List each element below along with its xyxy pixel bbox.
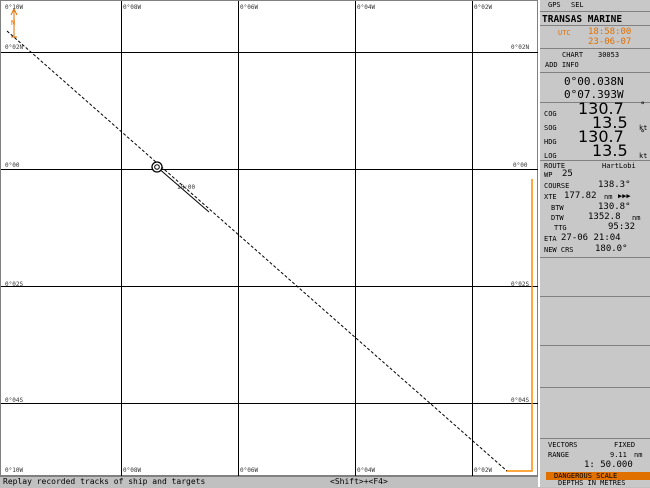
navigation-panel: GPS SEL TRANSAS MARINE UTC 18:58:00 23-0… [538,0,650,487]
grid-label-top: 0°02W [474,4,493,11]
hdg-label: HDG [544,138,557,146]
grid-label-left: 0°00 [5,162,20,169]
chart-grid [1,1,539,477]
tab-sel[interactable]: SEL [571,1,584,9]
status-bar: Replay recorded tracks of ship and targe… [0,476,540,488]
log-value: 13.5 [592,141,628,160]
utc-date: 23-06-07 [588,37,632,47]
vectors-mode[interactable]: FIXED [614,441,635,449]
grid-label-right: 0°02N [511,44,530,51]
route-name[interactable]: HartLobi [602,162,636,170]
xte-label: XTE [544,193,557,201]
cog-unit: ° [640,101,646,111]
grid-label-top: 0°10W [5,4,24,11]
depth-units-label: DEPTHS IN METRES [558,479,626,487]
hdg-unit: ° [640,129,646,139]
dtw-label: DTW [551,214,564,222]
own-ship-icon[interactable] [151,161,163,173]
grid-label-right: 0°04S [511,397,530,404]
wp-value: 25 [562,169,573,179]
grid-label-bottom: 0°02W [474,467,493,474]
track-time-label: 18:00 [177,184,196,191]
dtw-unit: nm [632,214,641,222]
grid-label-bottom: 0°06W [240,467,259,474]
range-value[interactable]: 9.11 [610,451,627,459]
grid-label-right: 0°02S [511,281,530,288]
range-label: RANGE [548,451,570,459]
log-unit: kt [639,152,648,160]
btw-value: 130.8° [598,202,631,212]
sog-label: SOG [544,124,557,132]
grid-label-left: 0°02S [5,281,24,288]
cog-label: COG [544,110,557,118]
status-message: Replay recorded tracks of ship and targe… [3,477,206,486]
eta-value: 27-06 21:04 [561,233,621,243]
btw-label: BTW [551,204,564,212]
grid-label-top: 0°04W [357,4,376,11]
tab-gps[interactable]: GPS [548,1,561,9]
xte-value: 177.82 [564,191,597,201]
latitude: 0°00.038N [564,75,624,88]
xte-unit: nm [604,193,613,201]
add-info-button[interactable]: ADD INFO [545,61,579,69]
ship-track [6,30,508,472]
grid-label-left: 0°04S [5,397,24,404]
status-shortcut: <Shift>+<F4> [330,477,388,486]
grid-label-bottom: 0°08W [123,467,142,474]
route-leg-line [506,179,533,472]
dtw-value: 1352.8 [588,212,621,222]
chart-number: 30053 [598,51,620,59]
vectors-label: VECTORS [548,441,578,449]
grid-label-left: 0°02N [5,44,24,51]
brand-title: TRANSAS MARINE [542,14,623,25]
course-value: 138.3° [598,180,631,190]
log-label: LOG [544,152,557,160]
newcrs-label: NEW CRS [544,246,574,254]
wp-label: WP [544,171,553,179]
utc-time: 18:58:00 [588,27,632,37]
range-unit: nm [634,451,643,459]
utc-label: UTC [558,29,571,37]
ttg-label: TTG [554,224,567,232]
chart-view[interactable]: N 0°10W 0°08W 0°06W 0°04W 0°02W 0°10W 0°… [0,0,539,477]
eta-label: ETA [544,235,557,243]
chart-canvas[interactable] [1,1,539,477]
grid-label-right: 0°00 [513,162,528,169]
grid-label-top: 0°06W [240,4,259,11]
course-label: COURSE [544,182,570,190]
grid-label-bottom: 0°10W [5,467,24,474]
chart-label: CHART [562,51,584,59]
scale-value[interactable]: 1: 50.000 [584,460,633,470]
xte-arrows-icon: ▶▶▶ [618,192,631,200]
grid-label-bottom: 0°04W [357,467,376,474]
grid-label-top: 0°08W [123,4,142,11]
ttg-value: 95:32 [608,222,636,232]
north-label: N [11,19,16,27]
newcrs-value: 180.0° [595,244,628,254]
